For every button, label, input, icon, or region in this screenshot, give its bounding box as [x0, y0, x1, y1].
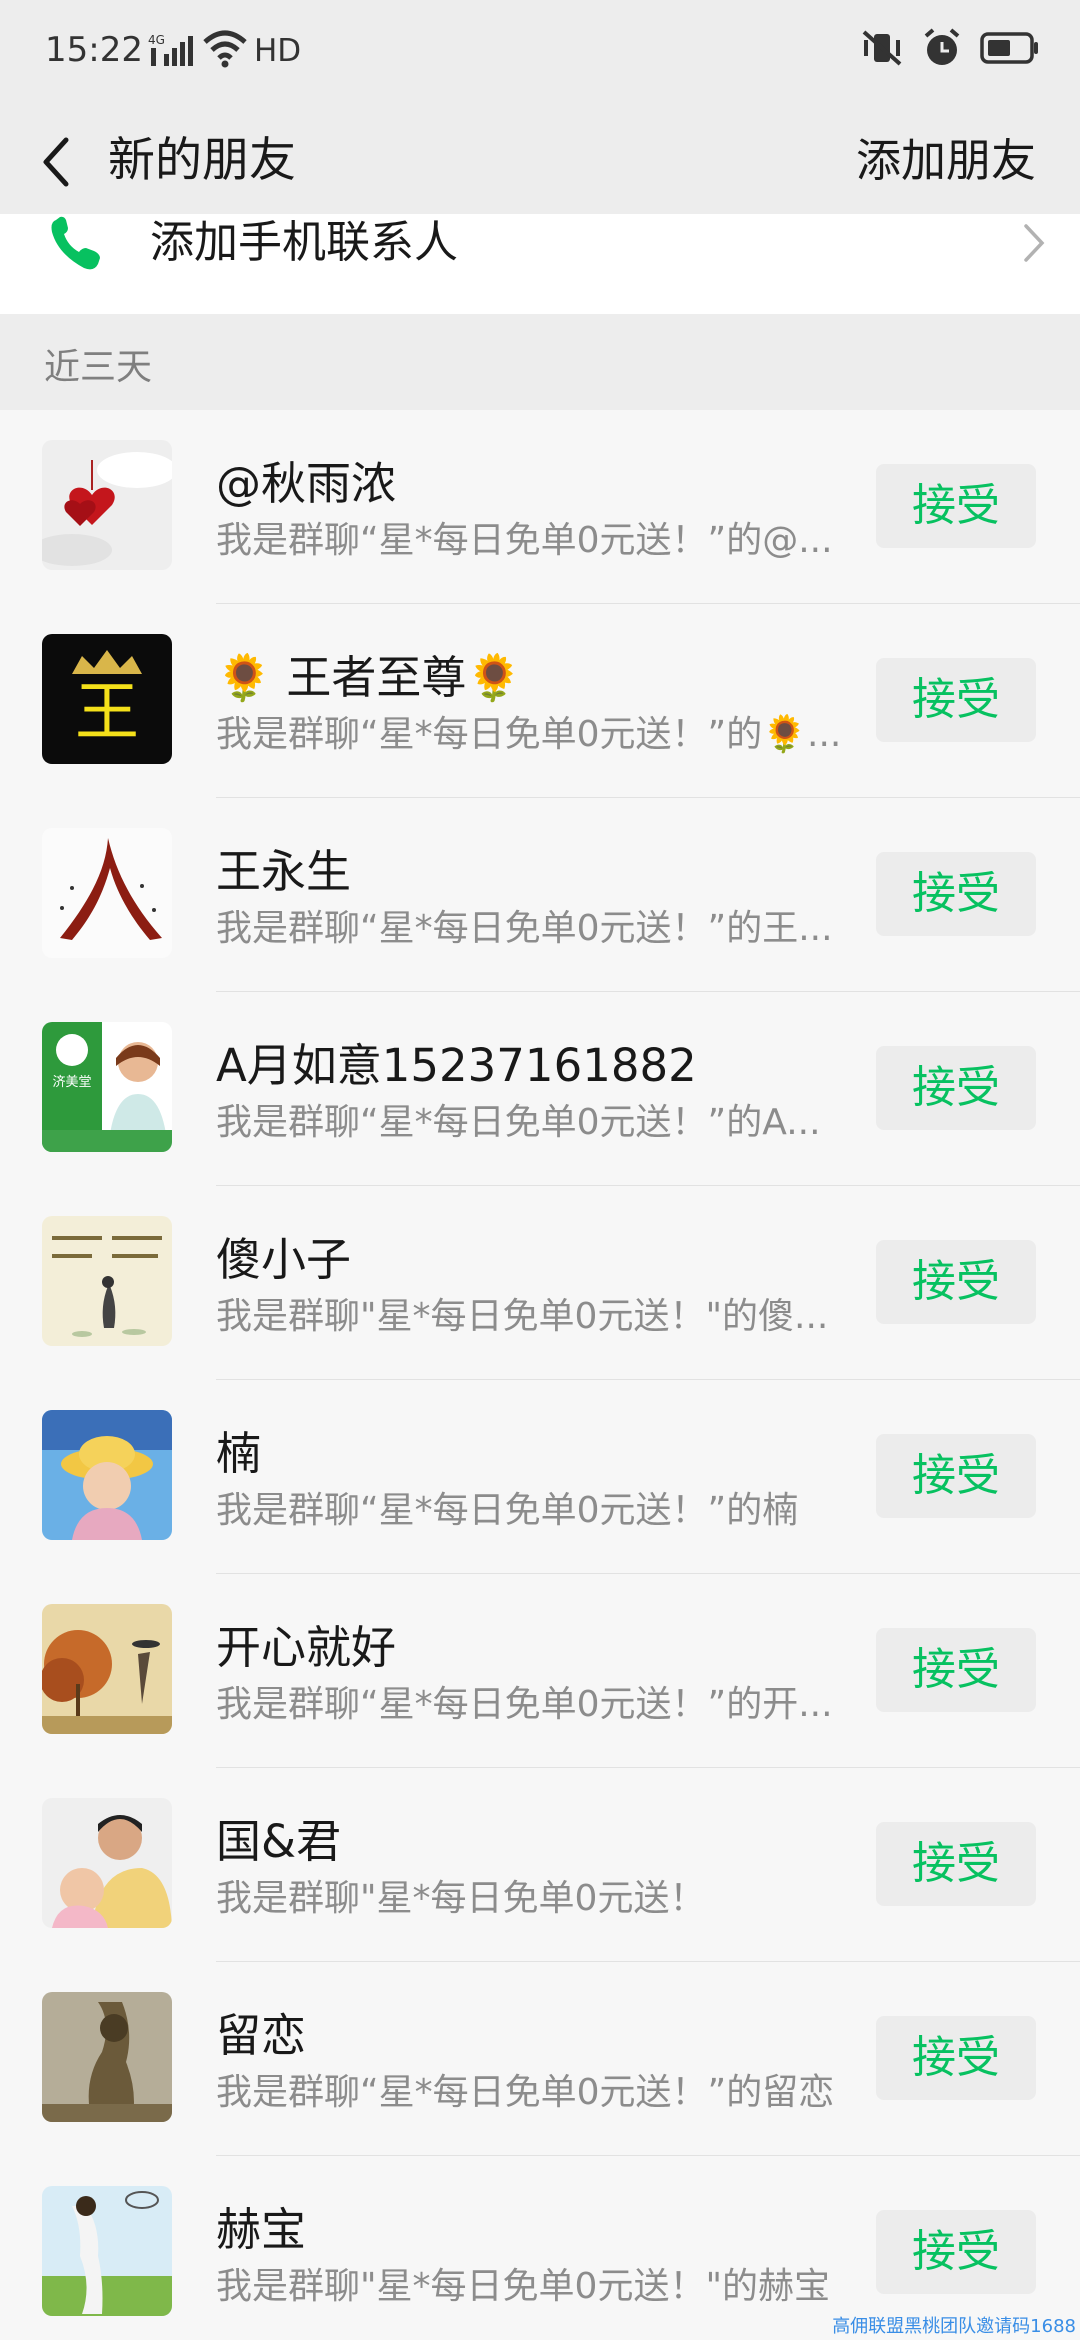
requester-name: 王永生	[216, 845, 352, 898]
avatar[interactable]	[42, 1798, 172, 1928]
request-message: 我是群聊“星*每日免单0元送！”的楠	[216, 1490, 799, 1531]
add-friend-button[interactable]: 添加朋友	[856, 128, 1036, 194]
alarm-icon	[922, 28, 962, 72]
accept-button[interactable]: 接受	[876, 1240, 1036, 1324]
status-right-icons	[860, 28, 1040, 72]
section-label: 近三天	[44, 347, 153, 388]
accept-button[interactable]: 接受	[876, 1434, 1036, 1518]
page-title: 新的朋友	[108, 133, 296, 188]
status-bar: 15:22 4G HD	[0, 0, 1080, 110]
accept-button[interactable]: 接受	[876, 1628, 1036, 1712]
avatar[interactable]	[42, 2186, 172, 2316]
accept-button[interactable]: 接受	[876, 658, 1036, 742]
avatar[interactable]: 王	[42, 634, 172, 764]
requester-name: 留恋	[216, 2009, 307, 2062]
requester-name: 🌻 王者至尊🌻	[216, 651, 523, 704]
avatar[interactable]	[42, 1992, 172, 2122]
accept-button[interactable]: 接受	[876, 464, 1036, 548]
accept-button[interactable]: 接受	[876, 2210, 1036, 2294]
friend-request-row[interactable]: 王永生 我是群聊“星*每日免单0元送！”的王... 接受	[0, 798, 1080, 992]
requester-name: A月如意15237161882	[216, 1039, 697, 1092]
accept-button[interactable]: 接受	[876, 2016, 1036, 2100]
friend-request-row[interactable]: 楠 我是群聊“星*每日免单0元送！”的楠 接受	[0, 1380, 1080, 1574]
request-message: 我是群聊"星*每日免单0元送！	[216, 1878, 706, 1919]
requester-name: 楠	[216, 1427, 262, 1480]
status-time: 15:22	[45, 30, 143, 70]
friend-request-row[interactable]: 国&君 我是群聊"星*每日免单0元送！ 接受	[0, 1768, 1080, 1962]
chevron-right-icon	[1020, 220, 1048, 266]
avatar-text: 济美堂	[52, 1075, 91, 1090]
accept-button[interactable]: 接受	[876, 1046, 1036, 1130]
accept-button[interactable]: 接受	[876, 1822, 1036, 1906]
friend-request-row[interactable]: @秋雨浓 我是群聊“星*每日免单0元送！”的@... 接受	[0, 410, 1080, 604]
friend-request-row[interactable]: 济美堂 A月如意15237161882 我是群聊“星*每日免单0元送！”的A..…	[0, 992, 1080, 1186]
section-header: 近三天	[0, 314, 1080, 410]
requester-name: 傻小子	[216, 1233, 352, 1286]
accept-button[interactable]: 接受	[876, 852, 1036, 936]
request-message: 我是群聊“星*每日免单0元送！”的🌻...	[216, 714, 842, 755]
avatar[interactable]	[42, 1604, 172, 1734]
battery-icon	[980, 31, 1040, 69]
signal-icon: 4G	[148, 32, 194, 76]
friend-request-row[interactable]: 留恋 我是群聊“星*每日免单0元送！”的留恋 接受	[0, 1962, 1080, 2156]
request-message: 我是群聊"星*每日免单0元送！"的赫宝	[216, 2266, 831, 2307]
wifi-icon	[203, 30, 247, 72]
request-message: 我是群聊“星*每日免单0元送！”的留恋	[216, 2072, 835, 2113]
avatar[interactable]	[42, 828, 172, 958]
watermark-text: 高佣联盟黑桃团队邀请码1688	[832, 2316, 1076, 2337]
avatar[interactable]	[42, 440, 172, 570]
friend-request-row[interactable]: 开心就好 我是群聊“星*每日免单0元送！”的开... 接受	[0, 1574, 1080, 1768]
network-type-label: 4G	[148, 33, 165, 47]
requester-name: 国&君	[216, 1815, 342, 1868]
request-message: 我是群聊“星*每日免单0元送！”的@...	[216, 520, 833, 561]
request-message: 我是群聊"星*每日免单0元送！"的傻...	[216, 1296, 829, 1337]
add-phone-contacts-row[interactable]: 添加手机联系人	[0, 214, 1080, 314]
add-phone-contacts-label: 添加手机联系人	[150, 217, 458, 268]
avatar[interactable]	[42, 1216, 172, 1346]
hd-indicator: HD	[254, 33, 302, 69]
friend-request-row[interactable]: 王 🌻 王者至尊🌻 我是群聊“星*每日免单0元送！”的🌻... 接受	[0, 604, 1080, 798]
back-arrow-icon[interactable]	[36, 132, 76, 192]
request-message: 我是群聊“星*每日免单0元送！”的A...	[216, 1102, 821, 1143]
avatar-text: 王	[75, 676, 139, 750]
nav-bar: 新的朋友 添加朋友	[0, 110, 1080, 214]
request-message: 我是群聊“星*每日免单0元送！”的王...	[216, 908, 833, 949]
mute-vibrate-icon	[860, 28, 904, 72]
requester-name: 赫宝	[216, 2203, 307, 2256]
avatar[interactable]	[42, 1410, 172, 1540]
phone-icon	[44, 214, 108, 274]
request-message: 我是群聊“星*每日免单0元送！”的开...	[216, 1684, 833, 1725]
requester-name: 开心就好	[216, 1621, 397, 1674]
avatar[interactable]: 济美堂	[42, 1022, 172, 1152]
requester-name: @秋雨浓	[216, 457, 397, 510]
friend-request-row[interactable]: 傻小子 我是群聊"星*每日免单0元送！"的傻... 接受	[0, 1186, 1080, 1380]
friend-request-list: @秋雨浓 我是群聊“星*每日免单0元送！”的@... 接受 王 🌻 王者至尊🌻 …	[0, 410, 1080, 2340]
